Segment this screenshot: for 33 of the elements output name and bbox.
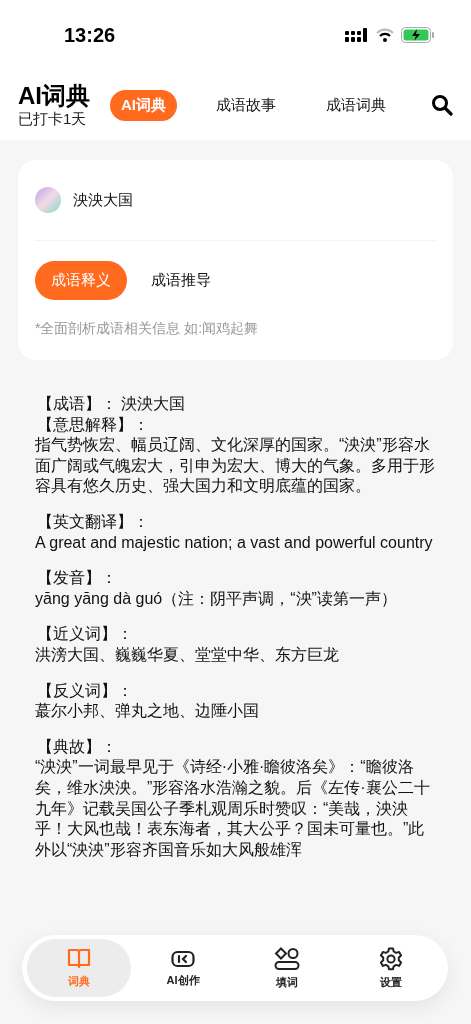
- section-heading: 【英文翻译】：: [36, 511, 150, 532]
- section-text: A great and majestic nation; a vast and powerful country: [35, 532, 434, 553]
- check-in-streak: 已打卡1天: [18, 110, 88, 128]
- section-heading: 【近义词】：: [36, 624, 134, 645]
- tab-bar-item[interactable]: 填词: [235, 939, 339, 997]
- shapes-icon: [274, 946, 300, 971]
- wifi-icon: [376, 28, 394, 42]
- section-text: 蕞尔小邦、弹丸之地、边陲小国: [35, 701, 260, 722]
- nav-tab[interactable]: 成语词典: [315, 89, 397, 121]
- section-heading: 【典故】：: [36, 736, 118, 757]
- section-text: “泱泱”一词最早见于《诗经·小雅·瞻彼洛矣》：“瞻彼洛矣，维水泱泱。”形容洛水浩瀚之貌。后《左传·襄公二十九年》记载吴国公子季札观周乐时赞叹：“美哉，泱泱乎！大风也哉！表东海者，其大公乎？国未可量也。”此外以“泱泱”形容齐国音乐如大风般雄浑: [35, 757, 431, 860]
- section-heading: 【发音】：: [36, 568, 118, 589]
- book-icon: [67, 947, 91, 970]
- app-title: AI词典: [18, 82, 90, 110]
- query-text: 泱泱大国: [73, 190, 133, 210]
- status-time: 13:26: [64, 23, 117, 47]
- battery-icon: [401, 27, 435, 43]
- hint-text: *全面剖析成语相关信息 如:闻鸡起舞: [35, 319, 260, 338]
- search-icon[interactable]: [431, 94, 453, 116]
- section-heading: 【反义词】：: [36, 680, 134, 701]
- section-text: yāng yāng dà guó（注：阴平声调，“泱”读第一声）: [35, 588, 398, 609]
- nav-tab[interactable]: 成语故事: [205, 89, 287, 121]
- tab-bar-item[interactable]: 设置: [339, 939, 443, 997]
- mode-tab[interactable]: 成语推导: [135, 261, 227, 300]
- section-text: 洪滂大国、巍巍华夏、堂堂中华、东方巨龙: [35, 644, 340, 665]
- avatar-icon: [35, 187, 61, 213]
- section-heading: 【意思解释】：: [36, 414, 150, 435]
- signal-icon: [345, 28, 369, 42]
- screen-icon: [171, 948, 195, 969]
- settings-icon: [379, 946, 403, 971]
- idiom-line: 【成语】： 泱泱大国: [36, 394, 187, 414]
- tab-bar-item[interactable]: AI创作: [131, 939, 235, 997]
- section-text: 指气势恢宏、幅员辽阔、文化深厚的国家。“泱泱”形容水面广阔或气魄宏大，引申为宏大、博大的气象。多用于形容具有悠久历史、强大国力和文明底蕴的国家。: [35, 435, 436, 497]
